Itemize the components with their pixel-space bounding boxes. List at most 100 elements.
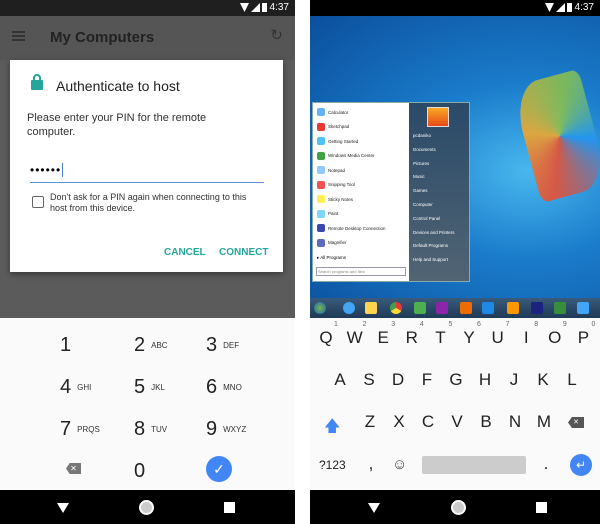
key-b[interactable]: B [474, 412, 498, 432]
key-p[interactable]: P [571, 328, 595, 348]
shift-icon[interactable]: 🡅 [324, 415, 342, 435]
start-place-item[interactable]: Devices and Printers [413, 230, 455, 235]
start-program-item[interactable]: Paint [317, 209, 339, 218]
start-place-item[interactable]: pcdaniko [413, 133, 431, 138]
key-l[interactable]: L [560, 370, 584, 390]
key-9[interactable]: 9 WXYZ [206, 418, 276, 448]
key-r[interactable]: R [400, 328, 424, 348]
home-icon[interactable] [139, 500, 154, 515]
key-z[interactable]: Z [358, 412, 382, 432]
start-program-item[interactable]: Sticky Notes [317, 195, 353, 203]
program-icon [317, 180, 325, 189]
key-t[interactable]: T [428, 328, 452, 348]
powerpoint-icon[interactable] [460, 302, 472, 314]
all-programs[interactable]: ▸ All Programs [317, 255, 346, 261]
recents-icon[interactable] [536, 502, 547, 513]
key-g[interactable]: G [444, 370, 468, 390]
key-6[interactable]: 6 MNO [206, 376, 276, 406]
key-f[interactable]: F [415, 370, 439, 390]
word-icon[interactable] [482, 302, 494, 314]
key-y[interactable]: Y [457, 328, 481, 348]
key-c[interactable]: C [416, 412, 440, 432]
chrome-icon[interactable] [390, 302, 402, 314]
backspace-icon[interactable]: ✕ [568, 417, 584, 428]
photoshop-icon[interactable] [531, 302, 543, 314]
start-program-item[interactable]: Windows Media Center [317, 151, 375, 160]
start-button-icon[interactable] [314, 302, 326, 314]
start-program-item[interactable]: Sketchpad [317, 122, 349, 131]
key-u[interactable]: U [486, 328, 510, 348]
key-hint: 4 [419, 321, 424, 328]
back-icon[interactable] [57, 503, 69, 513]
key-a[interactable]: A [328, 370, 352, 390]
key-2[interactable]: 2 ABC [134, 334, 204, 364]
start-program-item[interactable]: Snipping Tool [317, 180, 355, 189]
start-place-item[interactable]: Documents [413, 147, 436, 152]
key-8[interactable]: 8 TUV [134, 418, 204, 448]
program-label: Paint [328, 211, 339, 216]
start-place-item[interactable]: Control Panel [413, 216, 440, 221]
period-key[interactable]: . [534, 454, 558, 474]
comma-key[interactable]: , [359, 454, 383, 474]
start-program-item[interactable]: Remote Desktop Connection [317, 224, 386, 232]
start-place-item[interactable]: Pictures [413, 161, 429, 166]
done-check-button[interactable]: ✓ [206, 456, 232, 482]
key-q[interactable]: Q [314, 328, 338, 348]
key-n[interactable]: N [503, 412, 527, 432]
docs-icon[interactable] [577, 302, 589, 314]
key-5[interactable]: 5 JKL [134, 376, 204, 406]
key-h[interactable]: H [473, 370, 497, 390]
key-m[interactable]: M [532, 412, 556, 432]
backspace-icon[interactable]: ✕ [66, 463, 81, 474]
key-3[interactable]: 3 DEF [206, 334, 276, 364]
onenote-icon[interactable] [436, 302, 448, 314]
key-k[interactable]: K [531, 370, 555, 390]
home-icon[interactable] [451, 500, 466, 515]
start-place-item[interactable]: Games [413, 188, 428, 193]
connect-button[interactable]: CONNECT [219, 247, 268, 258]
pin-input[interactable]: •••••• [30, 163, 264, 183]
explorer-icon[interactable] [365, 302, 377, 314]
app-icon[interactable] [554, 302, 566, 314]
key-0[interactable]: 0 [134, 460, 204, 490]
wifi-icon [240, 3, 249, 12]
key-7[interactable]: 7 PRQS [60, 418, 130, 448]
remember-pin-checkbox[interactable] [32, 196, 44, 208]
back-icon[interactable] [368, 503, 380, 513]
key-s[interactable]: S [357, 370, 381, 390]
key-d[interactable]: D [386, 370, 410, 390]
start-program-item[interactable]: Getting Started [317, 137, 358, 145]
start-place-item[interactable]: Computer [413, 202, 433, 207]
emoji-icon[interactable]: ☺ [392, 456, 407, 473]
recents-icon[interactable] [224, 502, 235, 513]
space-bar[interactable] [422, 456, 526, 474]
key-v[interactable]: V [445, 412, 469, 432]
refresh-icon[interactable]: ↻ [270, 26, 283, 44]
ie-icon[interactable] [343, 302, 355, 314]
start-place-item[interactable]: Default Programs [413, 243, 448, 248]
page-title: My Computers [50, 29, 155, 46]
key-x[interactable]: X [387, 412, 411, 432]
key-o[interactable]: O [543, 328, 567, 348]
left-phone-screen: 4:37 My Computers ↻ Authenticate to host… [0, 0, 295, 524]
program-label: Snipping Tool [328, 182, 355, 187]
enter-key[interactable]: ↵ [570, 454, 592, 476]
start-program-item[interactable]: Calculator [317, 108, 348, 116]
start-program-item[interactable]: Magnifier [317, 238, 347, 247]
start-place-item[interactable]: Music [413, 174, 425, 179]
program-label: Calculator [328, 109, 349, 115]
symbols-key[interactable]: ?123 [319, 458, 346, 472]
illustrator-icon[interactable] [507, 302, 519, 314]
key-4[interactable]: 4 GHI [60, 376, 130, 406]
cancel-button[interactable]: CANCEL [164, 247, 206, 258]
key-w[interactable]: W [343, 328, 367, 348]
hamburger-icon[interactable] [12, 31, 25, 41]
app-icon[interactable] [414, 302, 426, 314]
key-e[interactable]: E [371, 328, 395, 348]
key-1[interactable]: 1 [60, 334, 130, 364]
start-program-item[interactable]: Notepad [317, 166, 345, 174]
key-i[interactable]: I [514, 328, 538, 348]
start-place-item[interactable]: Help and Support [413, 257, 448, 262]
start-search-input[interactable]: Search programs and files [316, 267, 406, 276]
key-j[interactable]: J [502, 370, 526, 390]
